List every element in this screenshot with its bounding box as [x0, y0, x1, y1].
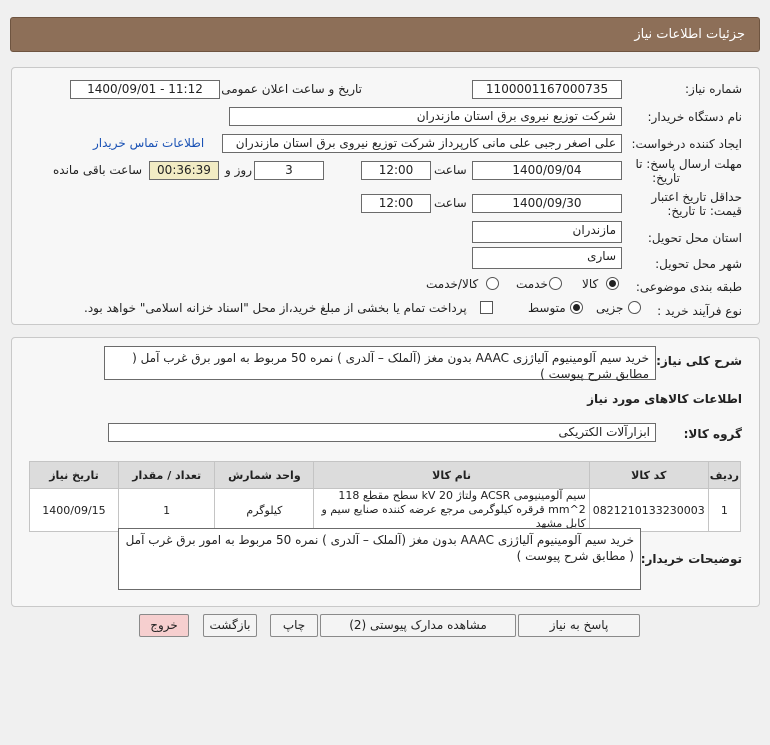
cell-name: سیم آلومینیومی ACSR ولتاژ 20 kV سطح مقطع…	[313, 488, 590, 532]
province-field: مازندران	[472, 221, 622, 243]
category-radio-goods-service[interactable]	[486, 277, 499, 290]
page-title: جزئیات اطلاعات نیاز	[634, 27, 745, 42]
validity-date-field: 1400/09/30	[472, 194, 622, 213]
attachments-button[interactable]: مشاهده مدارک پیوستی (2)	[320, 614, 516, 637]
col-qty: تعداد / مقدار	[117, 461, 216, 489]
days-label: روز و	[225, 163, 252, 177]
col-unit: واحد شمارش	[214, 461, 315, 489]
buyer-notes-label: توضیحات خریدار:	[640, 552, 742, 566]
announce-label: تاریخ و ساعت اعلان عمومی:	[217, 82, 362, 96]
buyer-org-label: نام دستگاه خریدار:	[647, 110, 743, 124]
reply-deadline-label-1: مهلت ارسال پاسخ: تا	[635, 157, 742, 171]
province-label: استان محل تحویل:	[647, 231, 742, 245]
cell-qty: 1	[117, 488, 216, 532]
days-field: 3	[254, 161, 324, 180]
col-row: ردیف	[707, 461, 742, 489]
reply-date-field: 1400/09/04	[472, 161, 622, 180]
remaining-label: ساعت باقی مانده	[53, 163, 143, 177]
col-date: تاریخ نیاز	[29, 461, 119, 489]
treasury-text: پرداخت تمام یا بخشی از مبلغ خرید،از محل …	[84, 301, 467, 315]
summary-text: خرید سیم آلومینیوم آلیاژزی AAAC بدون مغز…	[104, 346, 656, 381]
goods-group-label: گروه کالا:	[683, 427, 742, 441]
reply-deadline-label-2: تاریخ:	[652, 171, 680, 185]
cell-row: 1	[707, 488, 742, 532]
city-field: ساری	[472, 247, 622, 269]
reply-button[interactable]: پاسخ به نیاز	[518, 614, 640, 637]
goods-section-title: اطلاعات کالاهای مورد نیاز	[587, 392, 742, 406]
col-code: کد کالا	[588, 461, 709, 489]
requester-label: ایجاد کننده درخواست:	[631, 137, 742, 151]
process-radio-medium[interactable]	[570, 301, 583, 314]
category-radio-service[interactable]	[549, 277, 562, 290]
process-option-medium: متوسط	[528, 301, 566, 315]
remaining-time-field: 00:36:39	[149, 161, 219, 180]
goods-group-field: ابزارآلات الکتریکی	[108, 423, 656, 442]
cell-unit: کیلوگرم	[214, 488, 315, 532]
cell-date: 1400/09/15	[29, 488, 119, 532]
validity-label-2: قیمت: تا تاریخ:	[667, 204, 742, 218]
page-header: جزئیات اطلاعات نیاز	[10, 17, 760, 52]
buyer-contact-link[interactable]: اطلاعات تماس خریدار	[93, 136, 204, 150]
buyer-org-field: شرکت توزیع نیروی برق استان مازندران	[229, 107, 622, 126]
validity-time-label: ساعت	[434, 196, 467, 210]
exit-button[interactable]: خروج	[139, 614, 189, 637]
process-radio-minor[interactable]	[628, 301, 641, 314]
reply-time-field: 12:00	[361, 161, 431, 180]
requester-field: علی اصغر رجبی علی مانی کارپرداز شرکت توز…	[222, 134, 622, 153]
need-number-label: شماره نیاز:	[685, 82, 742, 96]
category-option-goods: کالا	[582, 277, 599, 291]
treasury-checkbox[interactable]	[480, 301, 493, 314]
goods-table-header: ردیف کد کالا نام کالا واحد شمارش تعداد /…	[29, 461, 742, 489]
print-button[interactable]: چاپ	[270, 614, 318, 637]
back-button[interactable]: بازگشت	[203, 614, 257, 637]
reply-time-label: ساعت	[434, 163, 467, 177]
need-number-field: 1100001167000735	[472, 80, 622, 99]
cell-code: 0821210133230003	[588, 488, 709, 532]
process-option-minor: جزیی	[596, 301, 624, 315]
buyer-notes-text: خرید سیم آلومینیوم آلیاژزی AAAC بدون مغز…	[118, 528, 641, 590]
category-option-service: خدمت	[516, 277, 548, 291]
category-radio-goods[interactable]	[606, 277, 619, 290]
table-row: 1 0821210133230003 سیم آلومینیومی ACSR و…	[29, 488, 742, 532]
city-label: شهر محل تحویل:	[655, 257, 742, 271]
category-label: طبقه بندی موضوعی:	[635, 280, 742, 294]
goods-table: ردیف کد کالا نام کالا واحد شمارش تعداد /…	[29, 461, 742, 532]
validity-label-1: حداقل تاریخ اعتبار	[651, 190, 742, 204]
col-name: نام کالا	[313, 461, 590, 489]
announce-field: 1400/09/01 - 11:12	[70, 80, 220, 99]
summary-label: شرح کلی نیاز:	[656, 354, 742, 368]
validity-time-field: 12:00	[361, 194, 431, 213]
process-label: نوع فرآیند خرید :	[657, 304, 742, 318]
category-option-goods-service: کالا/خدمت	[426, 277, 479, 291]
